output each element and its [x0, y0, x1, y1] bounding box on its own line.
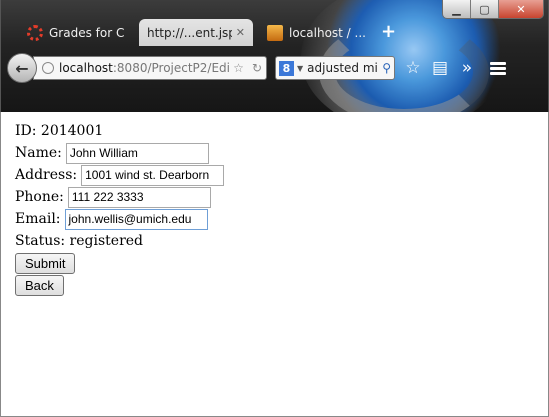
close-tab-icon[interactable]: ✕: [236, 26, 245, 39]
tab-label: http://...ent.jsp: [147, 25, 232, 40]
search-icon[interactable]: ⚲: [382, 61, 391, 75]
phone-row: Phone: 111 222 3333: [15, 186, 548, 208]
url-path: :8080/ProjectP2/EditS: [112, 61, 229, 75]
status-row: Status: registered: [15, 230, 548, 252]
page-content: ID: 2014001 Name: John William Address: …: [0, 112, 549, 417]
email-field[interactable]: john.wellis@umich.edu: [64, 208, 208, 230]
bookmark-star-toolbar-icon[interactable]: ☆: [404, 58, 422, 78]
student-id: ID: 2014001: [15, 123, 104, 139]
reload-icon[interactable]: ↻: [252, 61, 262, 75]
url-host: localhost: [59, 61, 113, 75]
name-label: Name:: [15, 145, 62, 161]
bookmarks-menu-icon[interactable]: ▤: [431, 58, 449, 78]
address-label: Address:: [15, 167, 78, 183]
address-field[interactable]: 1001 wind st. Dearborn: [81, 164, 225, 186]
email-row: Email: john.wellis@umich.edu: [15, 208, 548, 230]
back-arrow-icon[interactable]: ←: [7, 53, 37, 83]
site-identity-icon[interactable]: [42, 62, 54, 74]
phpmyadmin-icon: [267, 24, 283, 41]
new-tab-icon[interactable]: +: [381, 21, 396, 42]
id-row: ID: 2014001: [15, 120, 548, 142]
google-icon[interactable]: 8: [279, 60, 294, 76]
minimize-button[interactable]: ▁: [443, 0, 471, 18]
navigation-bar: ← localhost :8080/ProjectP2/EditS ☆ ↻ 8 …: [7, 50, 545, 86]
tab-grades[interactable]: Grades for C...: [19, 19, 133, 46]
tab-phpmyadmin[interactable]: localhost / ...: [259, 19, 373, 46]
submit-button[interactable]: Submit: [15, 253, 76, 274]
back-row: Back: [15, 274, 548, 296]
overflow-chevron-icon[interactable]: »: [458, 58, 476, 78]
browser-chrome: ▁ ▢ ✕ Grades for C... http://...ent.jsp …: [0, 0, 549, 112]
address-row: Address: 1001 wind st. Dearborn: [15, 164, 548, 186]
phone-field[interactable]: 111 222 3333: [67, 186, 211, 208]
maximize-button[interactable]: ▢: [471, 0, 499, 18]
window-controls: ▁ ▢ ✕: [442, 0, 544, 19]
tab-label: Grades for C...: [49, 25, 125, 40]
phone-label: Phone:: [15, 189, 64, 205]
url-bar[interactable]: localhost :8080/ProjectP2/EditS ☆ ↻: [33, 56, 267, 80]
tab-edit-student[interactable]: http://...ent.jsp ✕: [139, 19, 253, 46]
email-label: Email:: [15, 211, 61, 227]
tab-label: localhost / ...: [289, 25, 365, 40]
search-bar[interactable]: 8 ▼ adjusted mi ⚲: [275, 56, 395, 80]
grades-icon: [27, 24, 43, 41]
close-window-button[interactable]: ✕: [499, 0, 543, 18]
back-button[interactable]: Back: [15, 275, 64, 296]
hamburger-menu-icon[interactable]: [490, 60, 506, 77]
bookmark-star-icon[interactable]: ☆: [233, 61, 244, 75]
submit-row: Submit: [15, 252, 548, 274]
search-input[interactable]: adjusted mi: [307, 61, 382, 75]
name-row: Name: John William: [15, 142, 548, 164]
name-field[interactable]: John William: [65, 142, 209, 164]
tab-strip: Grades for C... http://...ent.jsp ✕ loca…: [19, 18, 396, 46]
chevron-down-icon[interactable]: ▼: [297, 64, 303, 73]
status-text: Status: registered: [15, 233, 144, 249]
